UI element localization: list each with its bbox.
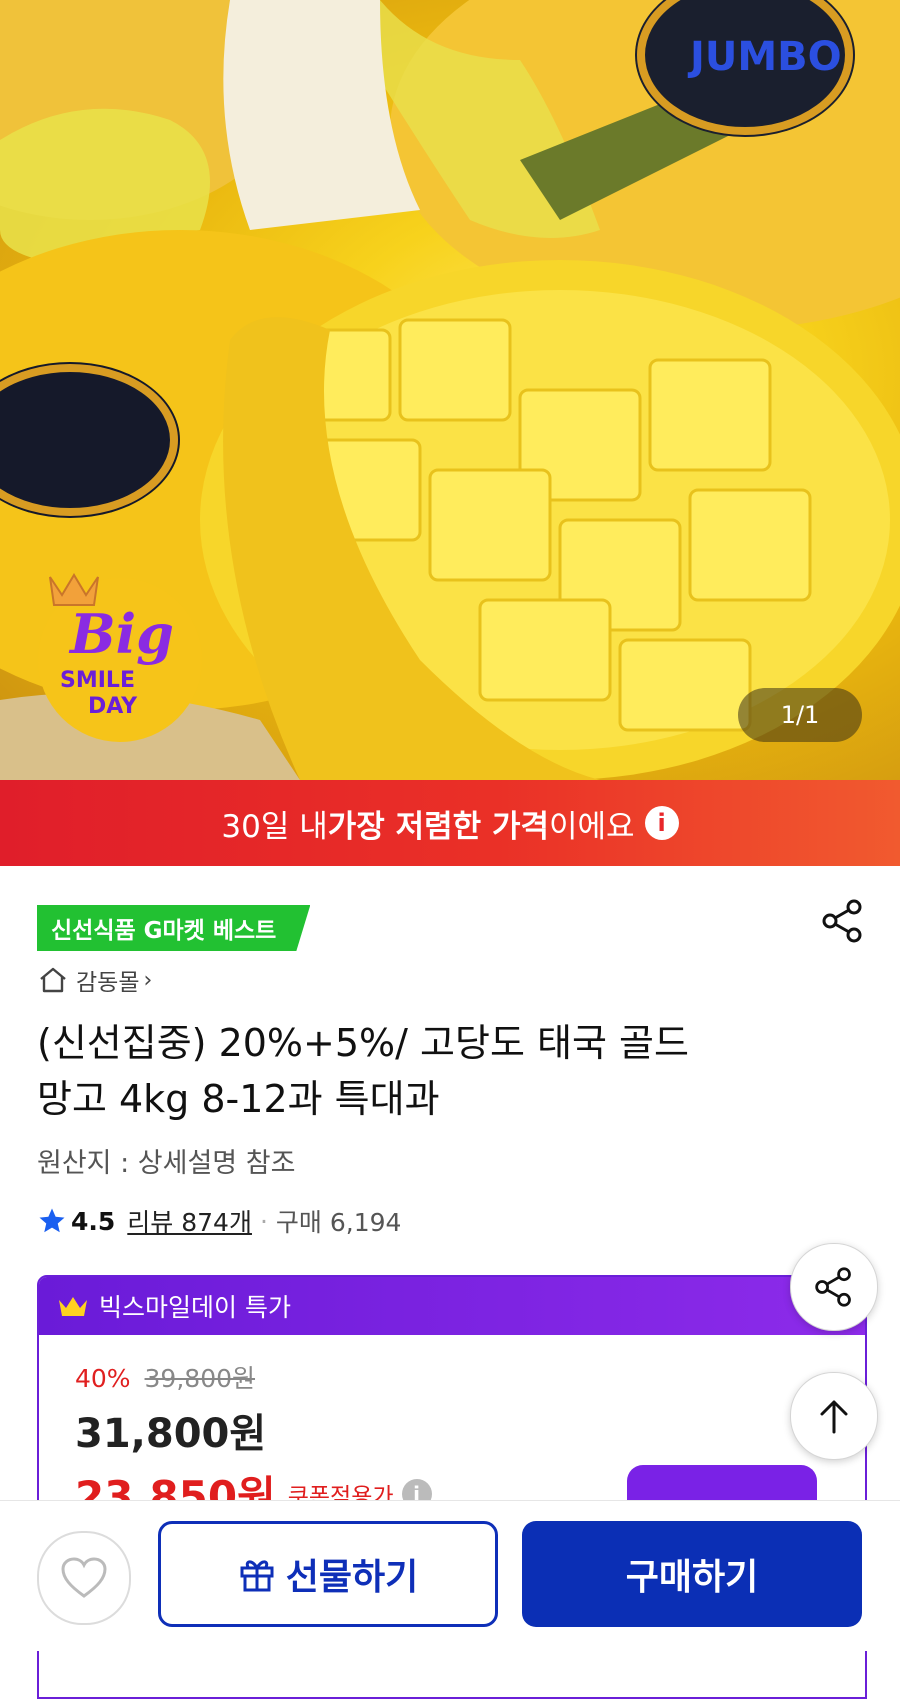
badge-big-text: Big	[68, 602, 174, 666]
product-title: (신선집중) 20%+5%/ 고당도 태국 골드 망고 4kg 8-12과 특대…	[37, 1015, 857, 1127]
badge-day-text: DAY	[88, 694, 138, 719]
product-title-line-2: 망고 4kg 8-12과 특대과	[37, 1077, 440, 1121]
crown-icon	[59, 1297, 87, 1316]
store-link[interactable]: 감동몰 ›	[38, 962, 152, 998]
lowest-price-banner[interactable]: 30일 내 가장 저렴한 가격 이에요 i	[0, 780, 900, 866]
sale-price: 31,800원	[75, 1411, 267, 1457]
share-icon	[815, 1267, 851, 1307]
banner-post-text: 이에요	[549, 808, 635, 845]
heart-icon	[61, 1557, 107, 1598]
share-floating-button[interactable]	[790, 1243, 878, 1331]
info-icon[interactable]: i	[644, 806, 679, 840]
image-counter: 1/1	[738, 688, 862, 742]
deal-body: 40% 39,800원 31,800원 23,850원 쿠폰적용가 i	[39, 1335, 865, 1535]
star-icon	[39, 1208, 65, 1233]
purchase-count: 구매 6,194	[275, 1208, 402, 1237]
chevron-right-icon: ›	[143, 967, 153, 993]
scroll-to-top-button[interactable]	[790, 1372, 878, 1460]
product-image[interactable]: JUMBO Big SMILE DAY 1/1	[0, 0, 900, 780]
original-price: 39,800원	[144, 1364, 256, 1393]
buy-button[interactable]: 구매하기	[522, 1521, 862, 1627]
gift-button[interactable]: 선물하기	[158, 1521, 498, 1627]
arrow-up-icon	[820, 1400, 848, 1434]
banner-pre-text: 30일 내	[221, 808, 328, 845]
bottom-action-bar: 선물하기 구매하기	[0, 1500, 900, 1651]
wishlist-button[interactable]	[37, 1531, 131, 1625]
banner-bold-text: 가장 저렴한 가격	[327, 808, 549, 845]
discount-row: 40% 39,800원	[75, 1359, 865, 1395]
gift-icon	[238, 1555, 276, 1593]
separator-dot: ·	[259, 1206, 268, 1236]
big-smile-day-badge: Big SMILE DAY	[30, 565, 210, 745]
jumbo-sticker-text: JUMBO	[687, 34, 842, 80]
badge-smile-text: SMILE	[60, 668, 135, 693]
store-name: 감동몰	[76, 970, 140, 996]
discount-rate: 40%	[75, 1364, 131, 1393]
product-title-line-1: (신선집중) 20%+5%/ 고당도 태국 골드	[37, 1021, 689, 1065]
home-icon	[40, 967, 66, 993]
origin-text: 원산지 : 상세설명 참조	[37, 1148, 296, 1179]
rating-row: 4.5 리뷰 874개 · 구매 6,194	[37, 1201, 401, 1241]
review-count-link[interactable]: 리뷰 874개	[127, 1203, 252, 1239]
deal-header-text: 빅스마일데이 특가	[99, 1293, 291, 1322]
deal-header: 빅스마일데이 특가	[39, 1277, 865, 1335]
rating-score: 4.5	[71, 1206, 116, 1236]
gift-button-label: 선물하기	[285, 1557, 419, 1598]
best-tag: 신선식품 G마켓 베스트	[37, 905, 310, 951]
share-icon[interactable]	[820, 898, 866, 944]
